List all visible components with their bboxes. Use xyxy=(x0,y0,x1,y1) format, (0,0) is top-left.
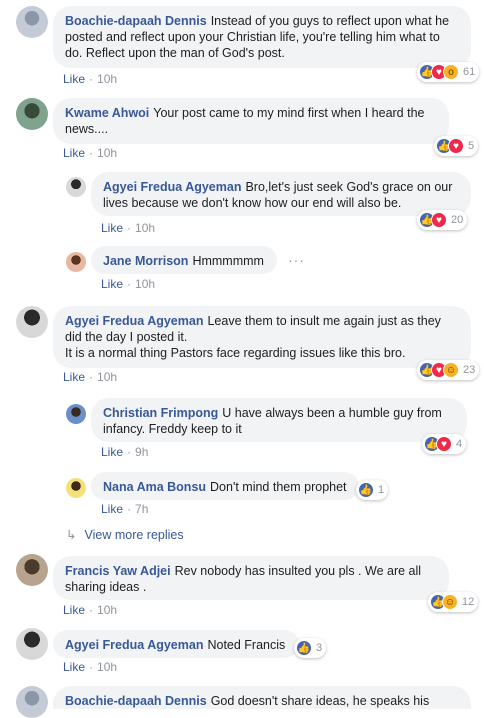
avatar[interactable] xyxy=(66,478,86,498)
like-reaction-icon: 👍 xyxy=(296,640,312,656)
comment-bubble: Agyei Fredua Agyeman Leave them to insult… xyxy=(53,306,471,368)
avatar[interactable] xyxy=(16,306,48,338)
like-link[interactable]: Like xyxy=(101,502,123,516)
commenter-name[interactable]: Agyei Fredua Agyeman xyxy=(65,638,203,652)
view-more-replies-link[interactable]: ↳ View more replies xyxy=(66,527,184,542)
commenter-name[interactable]: Boachie-dapaah Dennis xyxy=(65,694,207,708)
comment-bubble: Jane Morrison Hmmmmmm xyxy=(91,246,277,274)
avatar[interactable] xyxy=(16,686,48,718)
avatar[interactable] xyxy=(16,554,48,586)
like-link[interactable]: Like xyxy=(63,146,85,160)
comment-bubble: Agyei Fredua Agyeman Noted Francis xyxy=(53,630,299,658)
reaction-count: 4 xyxy=(456,438,463,450)
reaction-summary[interactable]: 👍 ♥ 20 xyxy=(417,210,468,230)
reaction-count: 20 xyxy=(451,214,464,226)
comment-text: Hmmmmmm xyxy=(192,254,264,268)
avatar[interactable] xyxy=(66,177,86,197)
avatar[interactable] xyxy=(16,98,48,130)
timestamp[interactable]: 10h xyxy=(97,660,117,674)
comment-text: Don't mind them prophet xyxy=(210,480,347,494)
more-options-icon[interactable]: ··· xyxy=(288,252,305,268)
like-reaction-icon: 👍 xyxy=(358,482,374,498)
avatar[interactable] xyxy=(16,628,48,660)
reaction-summary[interactable]: 👍 ♥ 5 xyxy=(434,136,479,156)
avatar[interactable] xyxy=(66,252,86,272)
view-more-replies-label[interactable]: View more replies xyxy=(84,528,183,542)
comment-meta: Like · 10h xyxy=(63,603,118,617)
avatar[interactable] xyxy=(66,404,86,424)
comment-bubble: Christian Frimpong U have always been a h… xyxy=(91,398,467,442)
like-link[interactable]: Like xyxy=(63,603,85,617)
timestamp[interactable]: 10h xyxy=(97,370,117,384)
haha-reaction-icon: ☺ xyxy=(442,594,458,610)
avatar[interactable] xyxy=(16,6,48,38)
like-link[interactable]: Like xyxy=(63,660,85,674)
timestamp[interactable]: 10h xyxy=(135,277,155,291)
comment-text: God doesn't share ideas, he speaks his xyxy=(210,694,430,708)
reaction-summary[interactable]: 👍 ♥ ☺ 23 xyxy=(417,360,480,380)
reply-arrow-icon: ↳ xyxy=(66,528,77,542)
like-link[interactable]: Like xyxy=(101,221,123,235)
commenter-name[interactable]: Agyei Fredua Agyeman xyxy=(65,314,203,328)
commenter-name[interactable]: Boachie-dapaah Dennis xyxy=(65,14,207,28)
like-link[interactable]: Like xyxy=(101,277,123,291)
commenter-name[interactable]: Agyei Fredua Agyeman xyxy=(103,180,241,194)
commenter-name[interactable]: Nana Ama Bonsu xyxy=(103,480,206,494)
reaction-summary[interactable]: 👍 ♥ 4 xyxy=(422,434,467,454)
like-link[interactable]: Like xyxy=(63,72,85,86)
comment-text: Noted Francis xyxy=(207,638,286,652)
commenter-name[interactable]: Kwame Ahwoi xyxy=(65,106,149,120)
reaction-count: 5 xyxy=(468,140,475,152)
commenter-name[interactable]: Christian Frimpong xyxy=(103,406,218,420)
comment-bubble: Francis Yaw Adjei Rev nobody has insulted… xyxy=(53,556,449,600)
comment-meta: Like · 10h xyxy=(63,72,118,86)
reaction-summary[interactable]: 👍 ☺ 12 xyxy=(428,592,479,612)
timestamp[interactable]: 9h xyxy=(135,445,148,459)
comment-bubble: Agyei Fredua Agyeman Bro,let's just seek … xyxy=(91,172,471,216)
reaction-summary[interactable]: 👍 3 xyxy=(294,638,327,658)
reaction-summary[interactable]: 👍 ♥ o 61 xyxy=(417,62,480,82)
love-reaction-icon: ♥ xyxy=(436,436,452,452)
timestamp[interactable]: 7h xyxy=(135,502,148,516)
reaction-count: 12 xyxy=(462,596,475,608)
commenter-name[interactable]: Francis Yaw Adjei xyxy=(65,564,171,578)
wow-reaction-icon: o xyxy=(443,64,459,80)
reaction-count: 61 xyxy=(463,66,476,78)
timestamp[interactable]: 10h xyxy=(97,72,117,86)
timestamp[interactable]: 10h xyxy=(97,146,117,160)
like-link[interactable]: Like xyxy=(63,370,85,384)
comment-bubble: Nana Ama Bonsu Don't mind them prophet xyxy=(91,472,359,500)
comment-bubble: Kwame Ahwoi Your post came to my mind fir… xyxy=(53,98,449,144)
comment-meta: Like · 10h xyxy=(63,660,118,674)
reaction-count: 1 xyxy=(378,484,385,496)
like-link[interactable]: Like xyxy=(101,445,123,459)
comment-text-line-2: It is a normal thing Pastors face regard… xyxy=(65,346,406,360)
comment-meta: Like · 9h xyxy=(101,445,149,459)
timestamp[interactable]: 10h xyxy=(135,221,155,235)
comment-meta: Like · 10h xyxy=(101,221,156,235)
comment-meta: Like · 10h xyxy=(63,146,118,160)
commenter-name[interactable]: Jane Morrison xyxy=(103,254,188,268)
love-reaction-icon: ♥ xyxy=(448,138,464,154)
comment-bubble: Boachie-dapaah Dennis Instead of you guys… xyxy=(53,6,471,68)
haha-reaction-icon: ☺ xyxy=(443,362,459,378)
reaction-summary[interactable]: 👍 1 xyxy=(356,480,389,500)
timestamp[interactable]: 10h xyxy=(97,603,117,617)
comment-bubble: Boachie-dapaah Dennis God doesn't share i… xyxy=(53,686,471,709)
comment-meta: Like · 7h xyxy=(101,502,149,516)
reaction-count: 23 xyxy=(463,364,476,376)
comment-meta: Like · 10h xyxy=(63,370,118,384)
love-reaction-icon: ♥ xyxy=(431,212,447,228)
comment-meta: Like · 10h xyxy=(101,277,156,291)
reaction-count: 3 xyxy=(316,642,323,654)
